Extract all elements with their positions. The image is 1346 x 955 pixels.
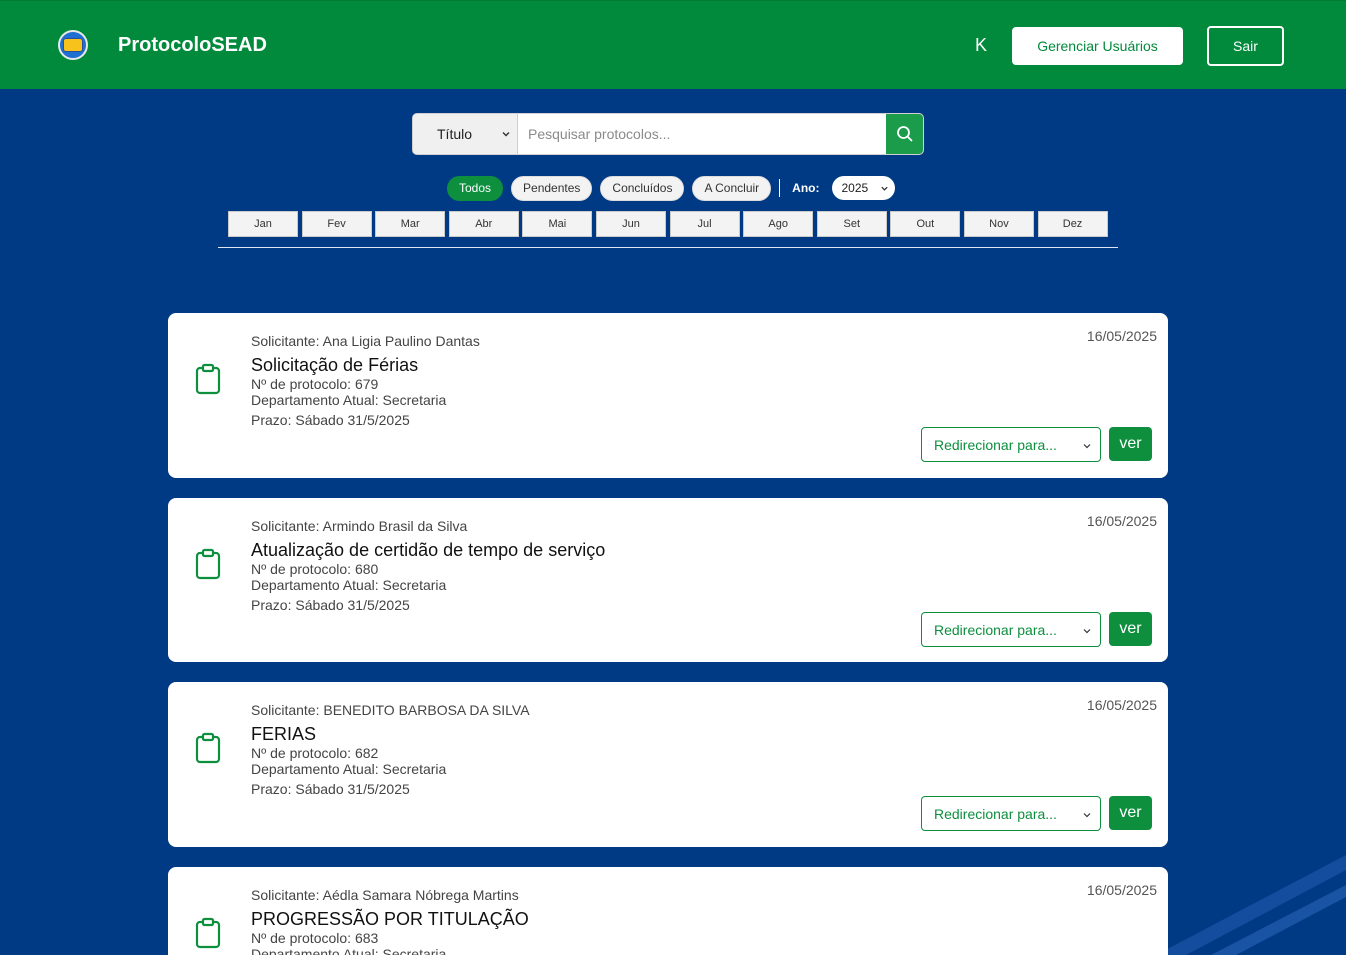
search-field-value: Título xyxy=(437,126,473,142)
month-out[interactable]: Out xyxy=(890,211,961,237)
top-header: ProtocoloSEAD K Gerenciar Usuários Sair xyxy=(0,0,1346,89)
background-stripes xyxy=(1146,835,1346,955)
card-date: 16/05/2025 xyxy=(1086,328,1157,344)
card-department: Departamento Atual: Secretaria xyxy=(251,946,447,955)
card-title: Solicitação de Férias xyxy=(251,355,419,375)
redirect-select-label: Redirecionar para... xyxy=(934,805,1057,822)
sead-logo[interactable] xyxy=(58,30,88,60)
filter-chip-todos[interactable]: Todos xyxy=(447,175,504,201)
redirect-select[interactable]: Redirecionar para... xyxy=(921,427,1101,462)
brand-title[interactable]: ProtocoloSEAD xyxy=(118,34,267,57)
redirect-select-label: Redirecionar para... xyxy=(934,436,1057,453)
card-department: Departamento Atual: Secretaria xyxy=(251,577,447,593)
protocol-card: Solicitante: BENEDITO BARBOSA DA SILVA F… xyxy=(168,682,1168,847)
card-deadline: Prazo: Sábado 31/5/2025 xyxy=(251,597,410,613)
month-mar[interactable]: Mar xyxy=(375,211,446,237)
protocol-card: Solicitante: Ana Ligia Paulino Dantas So… xyxy=(168,313,1168,478)
month-fev[interactable]: Fev xyxy=(301,211,372,237)
protocol-card: Solicitante: Armindo Brasil da Silva Atu… xyxy=(168,498,1168,662)
card-date: 16/05/2025 xyxy=(1086,882,1157,898)
filter-chip-pendentes[interactable]: Pendentes xyxy=(511,175,593,201)
search-bar: Título xyxy=(412,113,924,155)
search-input[interactable] xyxy=(518,114,886,154)
card-requester: Solicitante: Aédla Samara Nóbrega Martin… xyxy=(251,887,519,903)
card-title: FERIAS xyxy=(251,724,317,744)
chevron-down-icon xyxy=(880,186,888,191)
search-icon xyxy=(896,126,913,142)
card-date: 16/05/2025 xyxy=(1086,513,1157,529)
search-button[interactable] xyxy=(886,114,923,154)
month-jan[interactable]: Jan xyxy=(228,211,298,237)
card-title: Atualização de certidão de tempo de serv… xyxy=(251,540,606,560)
filters-divider xyxy=(218,247,1118,248)
month-abr[interactable]: Abr xyxy=(448,211,519,237)
month-filter: Jan Fev Mar Abr Mai Jun Jul Ago Set Out … xyxy=(228,211,1111,237)
redirect-select[interactable]: Redirecionar para... xyxy=(921,612,1101,647)
month-jul[interactable]: Jul xyxy=(669,211,740,237)
chevron-down-icon xyxy=(1083,813,1091,818)
card-protocol-number: Nº de protocolo: 683 xyxy=(251,930,379,946)
filter-chip-a-concluir[interactable]: A Concluir xyxy=(692,175,772,201)
month-jun[interactable]: Jun xyxy=(595,211,666,237)
month-ago[interactable]: Ago xyxy=(743,211,814,237)
card-title: PROGRESSÃO POR TITULAÇÃO xyxy=(251,909,529,929)
filter-divider xyxy=(779,179,781,197)
month-nov[interactable]: Nov xyxy=(963,211,1034,237)
card-department: Departamento Atual: Secretaria xyxy=(251,761,447,777)
view-button[interactable]: ver xyxy=(1109,612,1152,646)
chevron-down-icon xyxy=(502,132,510,137)
status-filters: Todos Pendentes Concluídos A Concluir An… xyxy=(447,175,895,201)
chevron-down-icon xyxy=(1083,629,1091,634)
year-value: 2025 xyxy=(841,181,869,195)
year-select[interactable]: 2025 xyxy=(831,176,895,200)
search-field-select[interactable]: Título xyxy=(413,114,518,154)
view-button[interactable]: ver xyxy=(1109,427,1152,461)
clipboard-icon xyxy=(195,548,221,580)
chevron-down-icon xyxy=(1083,444,1091,449)
clipboard-icon xyxy=(195,917,221,949)
card-protocol-number: Nº de protocolo: 680 xyxy=(251,561,379,577)
card-requester: Solicitante: Armindo Brasil da Silva xyxy=(251,518,468,534)
card-requester: Solicitante: BENEDITO BARBOSA DA SILVA xyxy=(251,702,530,718)
card-protocol-number: Nº de protocolo: 679 xyxy=(251,376,379,392)
card-date: 16/05/2025 xyxy=(1086,697,1157,713)
redirect-select-label: Redirecionar para... xyxy=(934,621,1057,638)
manage-users-button[interactable]: Gerenciar Usuários xyxy=(1012,27,1183,65)
protocol-card: Solicitante: Aédla Samara Nóbrega Martin… xyxy=(168,867,1168,955)
month-mai[interactable]: Mai xyxy=(522,211,593,237)
card-department: Departamento Atual: Secretaria xyxy=(251,392,447,408)
clipboard-icon xyxy=(195,732,221,764)
exit-button[interactable]: Sair xyxy=(1207,26,1284,66)
year-label: Ano: xyxy=(792,181,820,195)
card-requester: Solicitante: Ana Ligia Paulino Dantas xyxy=(251,333,480,349)
filter-chip-concluidos[interactable]: Concluídos xyxy=(600,175,685,201)
card-deadline: Prazo: Sábado 31/5/2025 xyxy=(251,412,410,428)
card-protocol-number: Nº de protocolo: 682 xyxy=(251,745,379,761)
user-initial: K xyxy=(975,35,988,55)
logo-emblem xyxy=(63,38,83,52)
view-button[interactable]: ver xyxy=(1109,796,1152,830)
month-dez[interactable]: Dez xyxy=(1037,211,1108,237)
clipboard-icon xyxy=(195,363,221,395)
redirect-select[interactable]: Redirecionar para... xyxy=(921,796,1101,831)
card-deadline: Prazo: Sábado 31/5/2025 xyxy=(251,781,410,797)
month-set[interactable]: Set xyxy=(816,211,887,237)
